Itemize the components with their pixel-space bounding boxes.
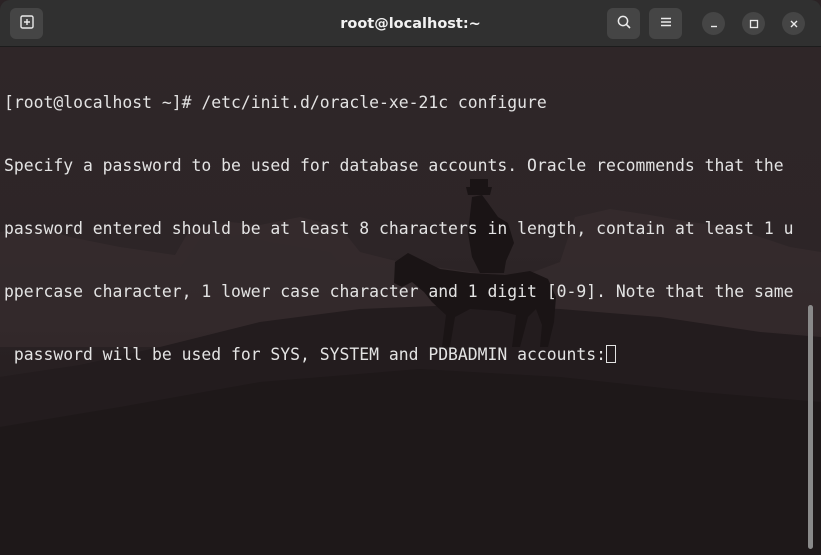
text-cursor (605, 345, 616, 363)
search-icon (616, 14, 632, 34)
minimize-icon (709, 14, 719, 33)
minimize-button[interactable] (702, 12, 725, 35)
header-bar: root@localhost:~ (0, 0, 821, 47)
window-title: root@localhost:~ (340, 15, 481, 32)
terminal-prompt-line: password will be used for SYS, SYSTEM an… (4, 344, 793, 365)
close-icon (789, 14, 799, 33)
terminal-line: [root@localhost ~]# /etc/init.d/oracle-x… (4, 93, 547, 112)
terminal-area[interactable]: [root@localhost ~]# /etc/init.d/oracle-x… (0, 47, 821, 555)
terminal-output: [root@localhost ~]# /etc/init.d/oracle-x… (4, 50, 793, 407)
terminal-line: Specify a password to be used for databa… (4, 156, 784, 175)
menu-button[interactable] (649, 8, 682, 39)
maximize-icon (749, 14, 759, 33)
close-button[interactable] (782, 12, 805, 35)
new-tab-button[interactable] (10, 8, 43, 39)
terminal-line: password will be used for SYS, SYSTEM an… (4, 345, 606, 364)
terminal-line: password entered should be at least 8 ch… (4, 219, 794, 238)
terminal-window: root@localhost:~ [root@localhost ~]# /et… (0, 0, 821, 555)
maximize-button[interactable] (742, 12, 765, 35)
terminal-line: ppercase character, 1 lower case charact… (4, 282, 794, 301)
hamburger-menu-icon (659, 14, 673, 33)
search-button[interactable] (607, 8, 640, 39)
new-tab-icon (19, 14, 35, 34)
scrollbar[interactable] (808, 305, 813, 549)
